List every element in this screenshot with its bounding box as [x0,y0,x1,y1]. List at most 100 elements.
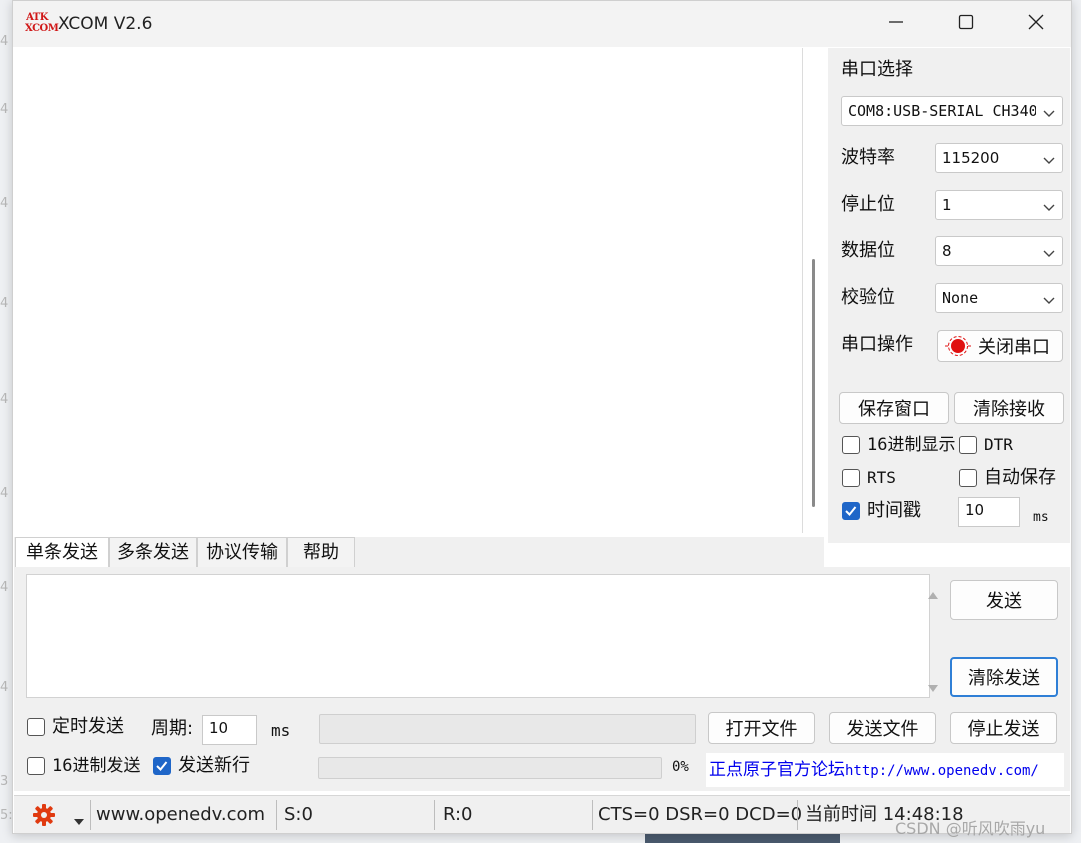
timed-send-label: 定时发送 [52,716,124,737]
port-value: COM8:USB-SERIAL CH340 [848,102,1036,120]
send-scrollbar[interactable] [922,575,944,699]
data-bits-select[interactable]: 8 [935,236,1063,266]
data-bits-label: 数据位 [841,240,895,261]
stop-bits-value: 1 [942,196,952,214]
newline-label: 发送新行 [178,755,250,776]
stop-send-button[interactable]: 停止发送 [950,712,1057,744]
baud-label: 波特率 [841,147,895,168]
dtr-checkbox[interactable] [959,436,977,454]
timestamp-unit: ms [1033,510,1049,525]
scroll-up-icon[interactable] [927,585,939,604]
check-icon [156,761,168,771]
hex-send-label: 16进制发送 [52,756,141,776]
progress-text: 0% [672,759,689,775]
chevron-down-icon [1042,199,1056,213]
backdrop-text: 4 [0,34,9,49]
stop-bits-label: 停止位 [841,194,895,215]
stop-bits-select[interactable]: 1 [935,190,1063,220]
baud-select[interactable]: 115200 [935,143,1063,173]
status-separator [797,800,798,830]
backdrop-text: 4 [0,196,9,211]
close-button[interactable] [1001,1,1071,47]
newline-checkbox[interactable] [153,757,171,775]
backdrop-text: 4 [0,580,9,595]
send-tab-bar: 单条发送 多条发送 协议传输 帮助 [14,537,824,568]
clear-send-button[interactable]: 清除发送 [950,657,1058,697]
backdrop-text: 5: [0,808,13,823]
port-status-icon [944,334,972,358]
tab-multi-send[interactable]: 多条发送 [109,537,197,567]
timestamp-input[interactable]: 10 [958,497,1020,527]
title-bar[interactable]: ATK XCOM XCOM V2.6 [13,1,1071,47]
forum-url: http://www.openedv.com/ [845,763,1039,779]
dtr-label: DTR [984,435,1013,454]
window-title: XCOM V2.6 [58,14,153,34]
recv-count: R:0 [443,804,473,825]
timed-send-checkbox[interactable] [27,718,45,736]
status-separator [90,800,91,830]
website-text[interactable]: www.openedv.com [96,796,265,833]
open-file-button[interactable]: 打开文件 [708,712,815,744]
backdrop-text: 3 [0,774,9,789]
chevron-down-icon [1042,245,1056,259]
period-input[interactable]: 10 [202,715,257,745]
backdrop-text: 4 [0,102,9,117]
close-port-label: 关闭串口 [978,337,1050,358]
send-textarea[interactable] [26,574,938,698]
save-window-button[interactable]: 保存窗口 [839,392,949,424]
tab-help[interactable]: 帮助 [287,537,355,567]
parity-label: 校验位 [841,287,895,308]
xcom-window: ATK XCOM XCOM V2.6 串口选择 COM8:USB-SERIAL … [12,0,1072,834]
close-port-button[interactable]: 关闭串口 [937,330,1063,362]
dropdown-arrow-icon[interactable] [74,811,84,830]
scroll-down-icon[interactable] [927,679,939,698]
send-file-button[interactable]: 发送文件 [829,712,936,744]
receive-textarea[interactable] [14,48,803,533]
baud-value: 115200 [942,149,1000,167]
status-separator [434,800,435,830]
backdrop-text: 4 [0,680,9,695]
tab-single-send[interactable]: 单条发送 [15,537,109,568]
timestamp-label: 时间戳 [867,500,921,521]
port-op-label: 串口操作 [841,334,913,355]
gear-icon[interactable] [32,803,58,831]
backdrop-text: 4 [0,392,9,407]
watermark-text: CSDN @听风吹雨yu [895,819,1046,838]
rts-checkbox[interactable] [842,469,860,487]
timestamp-checkbox[interactable] [842,502,860,520]
chevron-down-icon [1042,152,1056,166]
send-progress-bar [318,757,662,779]
minimize-icon [887,13,905,35]
clear-receive-button[interactable]: 清除接收 [954,392,1064,424]
check-icon [845,506,857,516]
chevron-down-icon [1042,292,1056,306]
hex-display-label: 16进制显示 [867,435,956,455]
parity-select[interactable]: None [935,283,1063,313]
auto-save-checkbox[interactable] [959,469,977,487]
sent-count: S:0 [284,804,313,825]
receive-scrollbar[interactable] [812,259,815,507]
data-bits-value: 8 [942,242,952,260]
chevron-down-icon [1042,105,1056,119]
hex-display-checkbox[interactable] [842,436,860,454]
forum-text: 正点原子官方论坛 [709,760,845,780]
backdrop-text: 4 [0,486,9,501]
tab-protocol[interactable]: 协议传输 [197,537,287,567]
period-unit: ms [271,721,291,740]
backdrop-text: 4 [0,296,9,311]
rts-label: RTS [867,468,896,487]
maximize-icon [957,13,975,35]
forum-link[interactable]: 正点原子官方论坛http://www.openedv.com/ [706,753,1064,787]
send-button[interactable]: 发送 [950,580,1058,620]
line-status: CTS=0 DSR=0 DCD=0 [598,804,803,825]
minimize-button[interactable] [861,1,931,47]
status-separator [592,800,593,830]
auto-save-label: 自动保存 [984,467,1056,488]
port-select[interactable]: COM8:USB-SERIAL CH340 [841,96,1063,126]
hex-send-checkbox[interactable] [27,757,45,775]
send-status-bar [319,714,696,744]
close-icon [1027,13,1045,35]
parity-value: None [942,289,979,307]
maximize-button[interactable] [931,1,1001,47]
period-label: 周期: [151,718,194,739]
